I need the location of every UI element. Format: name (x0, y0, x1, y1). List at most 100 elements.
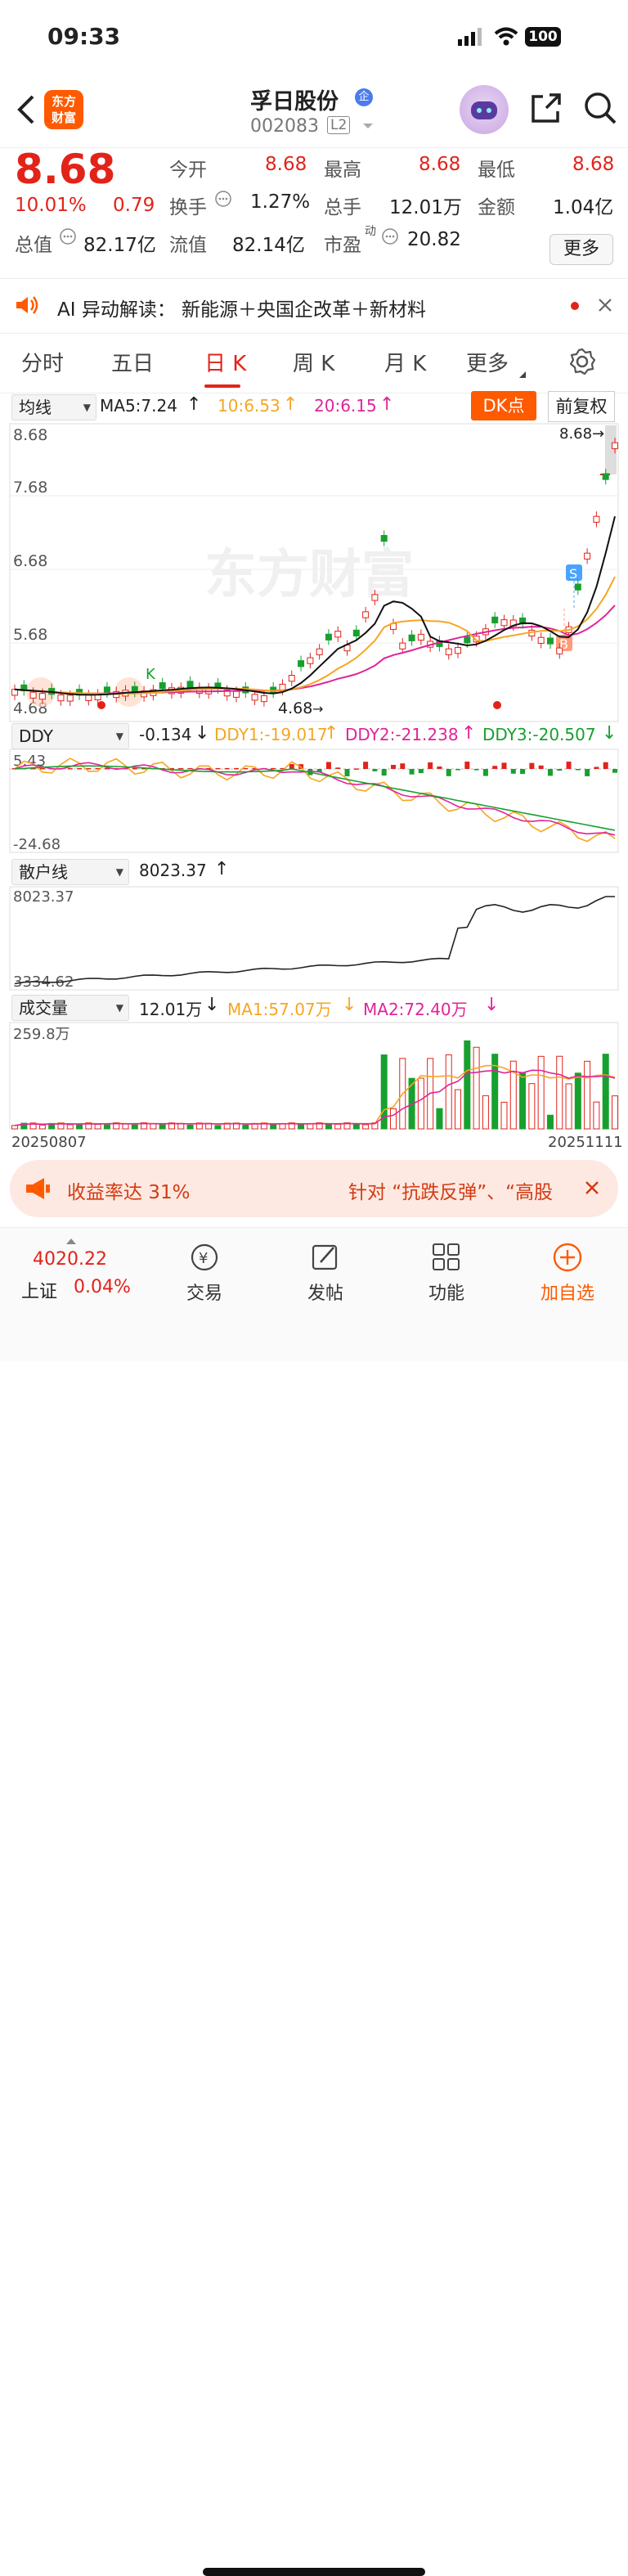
vol-ma2-value: MA2:72.40万 (363, 1000, 468, 1019)
high-label: 最高 (324, 160, 361, 181)
search-icon[interactable] (582, 90, 618, 129)
candle-body (593, 515, 600, 523)
open-label: 今开 (169, 160, 207, 181)
float-value: 82.14亿 (232, 235, 305, 256)
close-icon[interactable] (584, 1180, 600, 1199)
share-icon[interactable] (528, 90, 564, 129)
ddy-bar (418, 769, 424, 774)
volume-select[interactable]: 成交量 ▼ (11, 995, 129, 1021)
ddy-bar (473, 769, 479, 771)
trade-button[interactable]: ¥ 交易 (155, 1241, 253, 1305)
ddy-frame (9, 749, 619, 853)
volume-bar (464, 1040, 471, 1130)
ma10-value: 10:6.53 (218, 396, 280, 416)
functions-button[interactable]: 功能 (397, 1241, 496, 1305)
tab-monthly-k[interactable]: 月 K (384, 347, 426, 377)
ddy-bar (464, 762, 470, 769)
index-percent[interactable]: 0.04% (74, 1277, 131, 1297)
ad-banner[interactable]: 收益率达 31% 针对 “抗跌反弹”、“高股 (10, 1160, 618, 1217)
sanhu-line (14, 896, 615, 985)
turnover-label: 换手 (169, 197, 207, 218)
bottom-bar: 4020.22 上证 0.04% ¥ 交易 发帖 功能 加自选 (0, 1227, 628, 2576)
ddy-bar (77, 767, 83, 770)
level-badge[interactable]: L2 (327, 116, 351, 134)
candle-body (371, 594, 379, 601)
ddy-chart[interactable]: 5.43 -24.68 (0, 748, 628, 854)
sanhu-select-label: 散户线 (19, 862, 68, 882)
enterprise-badge: 企 (355, 88, 373, 106)
volume-bar (214, 1125, 222, 1130)
ad-left-text: 收益率达 31% (67, 1182, 191, 1203)
info-icon[interactable] (59, 227, 77, 249)
close-icon[interactable] (597, 297, 613, 317)
yuan-exchange-icon: ¥ (155, 1241, 253, 1279)
sanhu-chart[interactable]: 8023.37 3334.62 (0, 885, 628, 991)
candle-body (602, 473, 609, 480)
low-value: 8.68 (572, 154, 615, 175)
candle-body (546, 637, 554, 645)
chevron-down-icon: ▼ (115, 731, 123, 742)
candle-body (464, 636, 471, 644)
volume-bar (150, 1123, 157, 1130)
low-label: 最低 (478, 160, 515, 181)
post-button[interactable]: 发帖 (276, 1241, 375, 1305)
ddy-bar (390, 765, 396, 769)
ddy-bar (132, 767, 137, 770)
ddy-bar (400, 763, 406, 769)
robot-avatar-icon[interactable] (460, 85, 509, 134)
index-value[interactable]: 4020.22 (33, 1249, 107, 1270)
functions-label: 功能 (428, 1284, 464, 1304)
more-button[interactable]: 更多 (550, 234, 613, 265)
ai-insight-bar[interactable]: AI 异动解读： 新能源＋央国企改革＋新材料 (0, 278, 628, 334)
dk-point-button[interactable]: DK点 (471, 391, 536, 420)
info-icon[interactable] (381, 227, 399, 249)
volume-chart[interactable]: 259.8万 20250807 20251111 (0, 1021, 628, 1152)
chevron-down-icon[interactable] (361, 119, 375, 135)
ddy-bar (482, 769, 488, 776)
tab-five-day[interactable]: 五日 (111, 347, 154, 377)
gear-icon[interactable] (567, 347, 597, 380)
volume-bar (593, 1101, 600, 1130)
volume-bar (556, 1055, 563, 1130)
candle-body (334, 631, 342, 638)
ddy-bar (446, 769, 451, 776)
ddy-bar (224, 767, 230, 770)
float-label: 流值 (169, 235, 207, 256)
index-name[interactable]: 上证 (21, 1277, 57, 1303)
volume-select-label: 成交量 (19, 998, 68, 1018)
candle-body (574, 583, 581, 591)
signal-dot (493, 701, 501, 709)
ddy-bar (594, 767, 599, 769)
back-icon[interactable] (15, 93, 38, 129)
date-end: 20251111 (548, 1134, 623, 1151)
tab-daily-k[interactable]: 日 K (204, 347, 246, 377)
add-watchlist-button[interactable]: 加自选 (518, 1241, 617, 1305)
ddy-bar (603, 762, 608, 769)
ma-select[interactable]: 均线 ▼ (11, 394, 96, 420)
tab-more[interactable]: 更多 (466, 347, 509, 377)
volume-bar (519, 1072, 527, 1130)
adjust-button[interactable]: 前复权 (548, 391, 615, 422)
sanhu-top-label: 8023.37 (13, 888, 74, 906)
vol-ma1-value: MA1:57.07万 (227, 1000, 332, 1019)
volume-bar (602, 1054, 609, 1130)
candle-body (380, 535, 388, 542)
ma20-value: 20:6.15 (314, 396, 377, 416)
sanhu-frame (9, 886, 619, 991)
kline-chart[interactable]: 东方财富 8.68 7.68 6.68 5.68 4.68 8.68 → 4.6… (0, 420, 628, 723)
sanhu-select[interactable]: 散户线 ▼ (11, 859, 129, 885)
tab-weekly-k[interactable]: 周 K (293, 347, 334, 377)
volume-bar (94, 1123, 101, 1130)
arrow-right-icon: → (592, 425, 604, 443)
candle-body (307, 657, 314, 664)
ddy-arrow: ↓ (195, 723, 210, 744)
volume-bar (436, 1108, 443, 1130)
vol-ma2-arrow: ↓ (484, 995, 500, 1015)
watermark: 东方财富 (204, 545, 414, 605)
candle-body (159, 682, 166, 690)
volume-bar (528, 1083, 536, 1130)
info-icon[interactable] (214, 190, 232, 211)
volume-bar (325, 1123, 332, 1130)
tab-intraday[interactable]: 分时 (21, 347, 64, 377)
ddy-select[interactable]: DDY ▼ (11, 723, 129, 749)
